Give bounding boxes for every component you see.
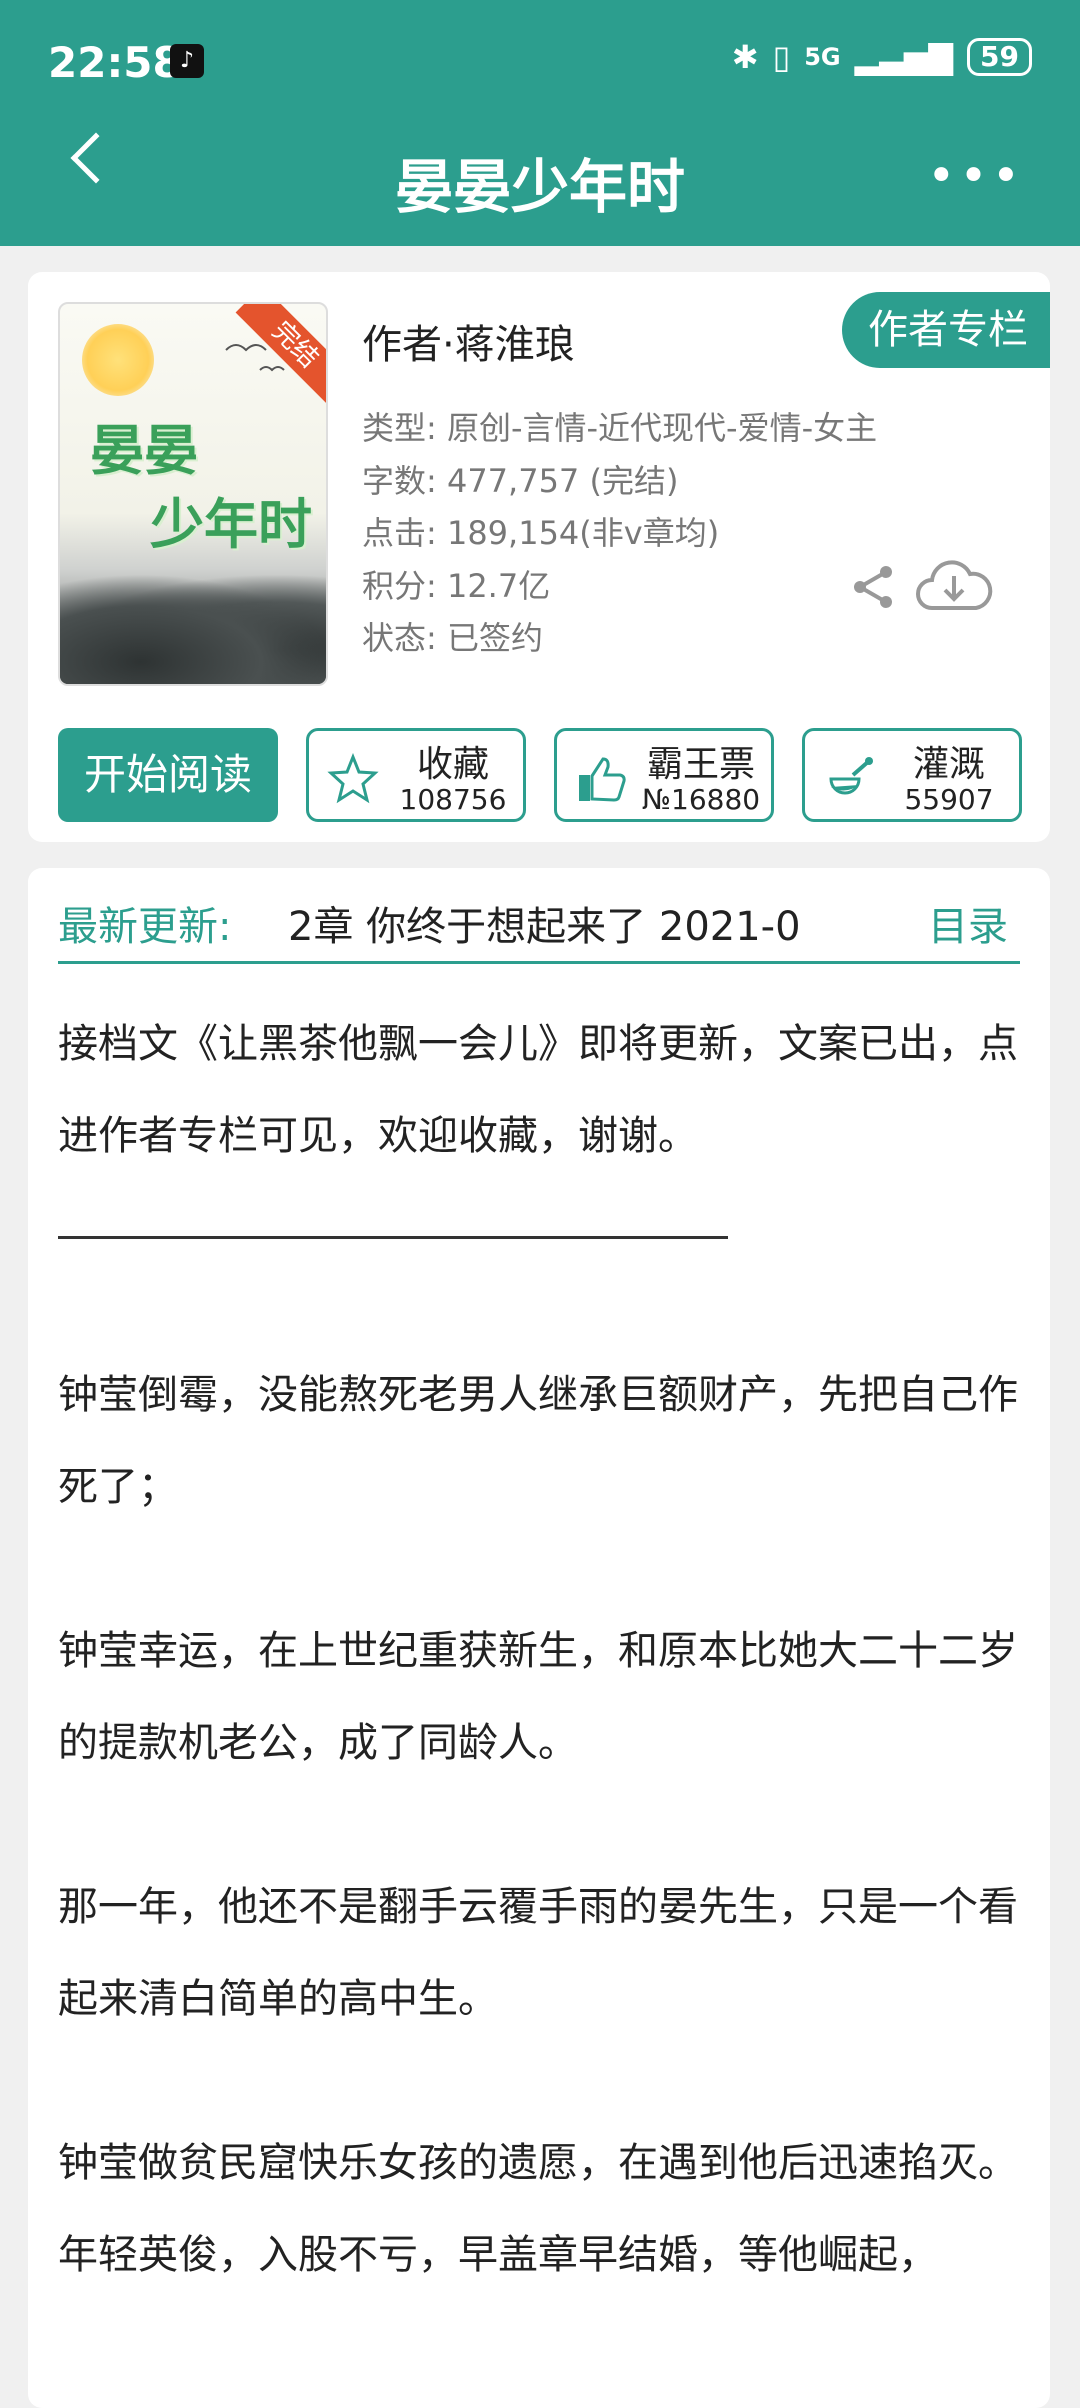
page-title: 晏晏少年时 [394,153,685,221]
synopsis-paragraph: 接档文《让黑茶他飘一会儿》即将更新，文案已出，点进作者专栏可见，欢迎收藏，谢谢。 [58,1021,1018,1159]
meta-genre: 类型: 原创-言情-近代现代-爱情-女主 [362,409,878,447]
vibrate-icon: ▯ [772,38,791,76]
table-of-contents-link[interactable]: 目录 [928,894,1008,952]
book-cover[interactable]: 晏晏 少年时 完结 [58,302,328,686]
tiktok-icon: ♪ [170,44,204,78]
thumbs-up-icon [579,757,626,802]
meta-status: 状态: 已签约 [362,619,543,657]
synopsis: 接档文《让黑茶他飘一会儿》即将更新，文案已出，点进作者专栏可见，欢迎收藏，谢谢。… [58,998,1020,2301]
irrigate-count: 55907 [904,783,994,816]
irrigate-button[interactable]: 灌溉 55907 [802,728,1022,822]
author-column-button[interactable]: 作者专栏 [842,292,1050,368]
signal-icon: ▂▃▅▇ [854,38,954,76]
battery-icon: 59 [967,38,1032,76]
latest-update-label: 最新更新: [58,904,232,950]
status-time: 22:58 [48,38,182,87]
divider [58,961,1020,964]
vote-count: №16880 [641,783,761,816]
cover-title-line1: 晏晏 [90,419,198,482]
cover-title: 晏晏 少年时 [90,414,312,562]
meta-word-count: 字数: 477,757 (完结) [362,461,679,500]
book-info-card: 晏晏 少年时 完结 作者·蒋淮琅 作者专栏 类型: 原创-言情-近代现代-爱情-… [28,272,1050,842]
separator-line [58,1236,728,1239]
cover-title-line2: 少年时 [150,493,312,556]
book-meta: 类型: 原创-言情-近代现代-爱情-女主 字数: 477,757 (完结) 点击… [362,402,877,665]
synopsis-paragraph: 那一年，他还不是翻手云覆手雨的晏先生，只是一个看起来清白简单的高中生。 [58,1884,1018,2022]
download-icon[interactable] [914,554,994,616]
content-card: 最新更新: 2章 你终于想起来了 2021-0 目录 接档文《让黑茶他飘一会儿》… [28,868,1050,2408]
bluetooth-icon: ✱ [731,38,759,76]
network-label: 5G [804,43,841,71]
hills-graphic [60,574,326,684]
meta-clicks: 点击: 189,154(非v章均) [362,514,720,552]
favorite-count: 108756 [399,783,507,816]
start-reading-button[interactable]: 开始阅读 [58,728,278,822]
author-name[interactable]: 作者·蒋淮琅 [362,312,575,370]
latest-update-bar[interactable]: 最新更新: 2章 你终于想起来了 2021-0 目录 [58,894,1020,964]
vote-label: 霸王票 [646,744,755,785]
synopsis-paragraph: 钟莹做贫民窟快乐女孩的遗愿，在遇到他后迅速掐灭。年轻英俊，入股不亏，早盖章早结婚… [58,2140,1018,2278]
watering-can-icon [829,757,873,795]
share-icon[interactable] [848,562,898,612]
latest-chapter-title[interactable]: 2章 你终于想起来了 2021-0 [288,894,928,952]
top-bar: 22:58 ♪ ✱ ▯ 5G ▂▃▅▇ 59 晏晏少年时 ••• [0,0,1080,246]
status-icons: ✱ ▯ 5G ▂▃▅▇ 59 [732,38,1032,76]
vote-button[interactable]: 霸王票 №16880 [554,728,774,822]
sun-graphic [82,324,154,396]
meta-score: 积分: 12.7亿 [362,566,551,605]
favorite-button[interactable]: 收藏 108756 [306,728,526,822]
favorite-label: 收藏 [416,744,489,785]
irrigate-label: 灌溉 [912,744,985,785]
synopsis-paragraph: 钟莹倒霉，没能熬死老男人继承巨额财产，先把自己作死了； [58,1372,1018,1510]
star-icon [327,753,379,804]
more-icon[interactable]: ••• [927,148,1024,204]
synopsis-paragraph: 钟莹幸运，在上世纪重获新生，和原本比她大二十二岁的提款机老公，成了同龄人。 [58,1628,1018,1766]
